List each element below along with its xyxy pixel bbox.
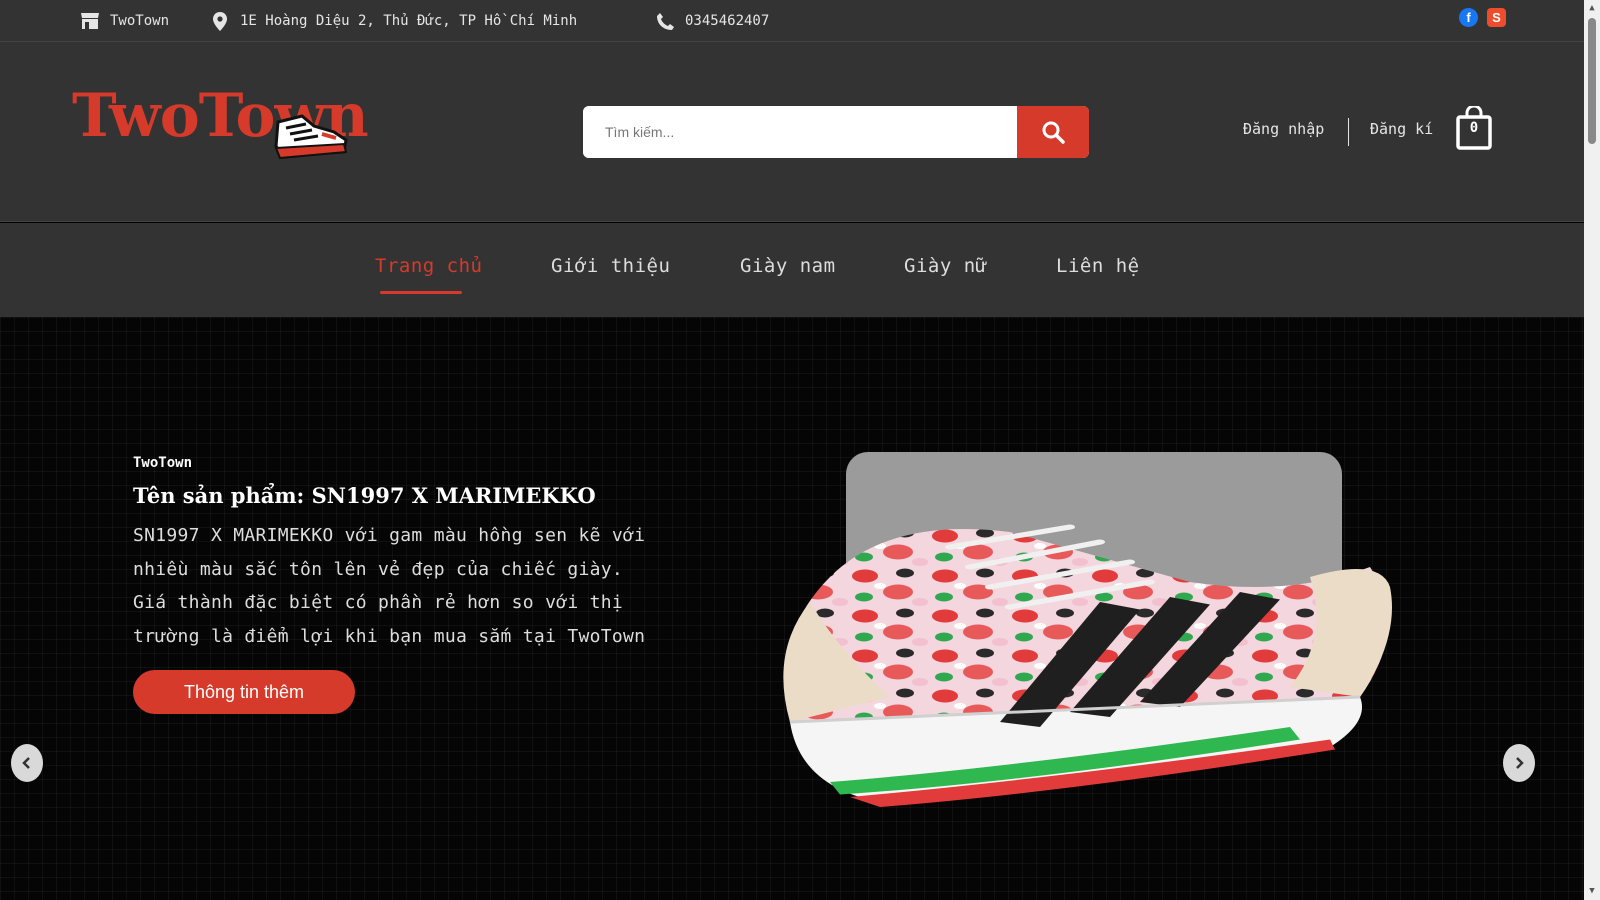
- site-header: TwoTown Đăng nhập Đăng kí 0: [0, 42, 1584, 222]
- hero-description-line: nhiều màu sắc tôn lên vẻ đẹp của chiếc g…: [133, 558, 624, 580]
- location-pin-icon: [210, 11, 230, 31]
- chevron-right-icon: [1516, 757, 1524, 769]
- product-sneaker-image: [783, 524, 1392, 807]
- cart-count: 0: [1469, 120, 1479, 136]
- store-name: TwoTown: [110, 13, 170, 29]
- hero-title: Tên sản phẩm: SN1997 X MARIMEKKO: [133, 483, 596, 508]
- facebook-icon[interactable]: f: [1459, 8, 1478, 27]
- hero-description-line: trường là điểm lợi khi bạn mua sắm tại T…: [133, 625, 646, 647]
- hero-description-line: SN1997 X MARIMEKKO với gam màu hồng sen …: [133, 525, 646, 546]
- shopee-icon[interactable]: S: [1487, 8, 1506, 27]
- logo-shoe-icon: [274, 114, 348, 160]
- login-link[interactable]: Đăng nhập: [1243, 120, 1324, 138]
- hero-description-line: Giá thành đặc biệt có phần rẻ hơn so với…: [133, 592, 624, 613]
- site-logo[interactable]: TwoTown: [72, 84, 369, 164]
- hero-brand: TwoTown: [133, 455, 193, 471]
- address-text: 1E Hoàng Diệu 2, Thủ Đức, TP Hồ Chí Minh: [240, 13, 578, 29]
- address-info: 1E Hoàng Diệu 2, Thủ Đức, TP Hồ Chí Minh: [210, 0, 577, 42]
- search-input[interactable]: [583, 106, 1015, 158]
- cart-button[interactable]: 0: [1456, 104, 1492, 150]
- slider-next-button[interactable]: [1503, 744, 1535, 782]
- hero-slider: TwoTown Tên sản phẩm: SN1997 X MARIMEKKO…: [0, 317, 1584, 900]
- hero-description: SN1997 X MARIMEKKO với gam màu hồng sen …: [133, 519, 713, 653]
- search-bar: [583, 106, 1089, 158]
- more-info-button[interactable]: Thông tin thêm: [133, 670, 355, 714]
- register-link[interactable]: Đăng kí: [1370, 120, 1433, 138]
- nav-item-contact[interactable]: Liên hệ: [1056, 255, 1140, 277]
- slider-prev-button[interactable]: [11, 744, 43, 782]
- nav-item-about[interactable]: Giới thiệu: [551, 255, 670, 277]
- auth-divider: [1348, 118, 1349, 146]
- page-scrollbar[interactable]: ▲ ▼: [1584, 0, 1600, 900]
- phone-number: 0345462407: [685, 13, 770, 29]
- top-info-bar: TwoTown 1E Hoàng Diệu 2, Thủ Đức, TP Hồ …: [0, 0, 1584, 42]
- nav-item-women-shoes[interactable]: Giày nữ: [904, 255, 988, 277]
- scroll-down-arrow-icon[interactable]: ▼: [1587, 886, 1597, 896]
- nav-item-men-shoes[interactable]: Giày nam: [740, 255, 836, 277]
- store-info: TwoTown: [80, 0, 169, 42]
- search-icon: [1042, 121, 1065, 144]
- phone-icon: [655, 11, 675, 31]
- store-icon: [80, 11, 100, 31]
- chevron-left-icon: [22, 757, 30, 769]
- nav-item-home[interactable]: Trang chủ: [375, 255, 482, 277]
- scroll-up-arrow-icon[interactable]: ▲: [1587, 3, 1597, 13]
- scrollbar-thumb[interactable]: [1588, 18, 1596, 144]
- phone-info: 0345462407: [655, 0, 769, 42]
- search-button[interactable]: [1017, 106, 1089, 158]
- main-nav: Trang chủ Giới thiệu Giày nam Giày nữ Li…: [0, 223, 1584, 317]
- active-nav-underline: [380, 291, 462, 294]
